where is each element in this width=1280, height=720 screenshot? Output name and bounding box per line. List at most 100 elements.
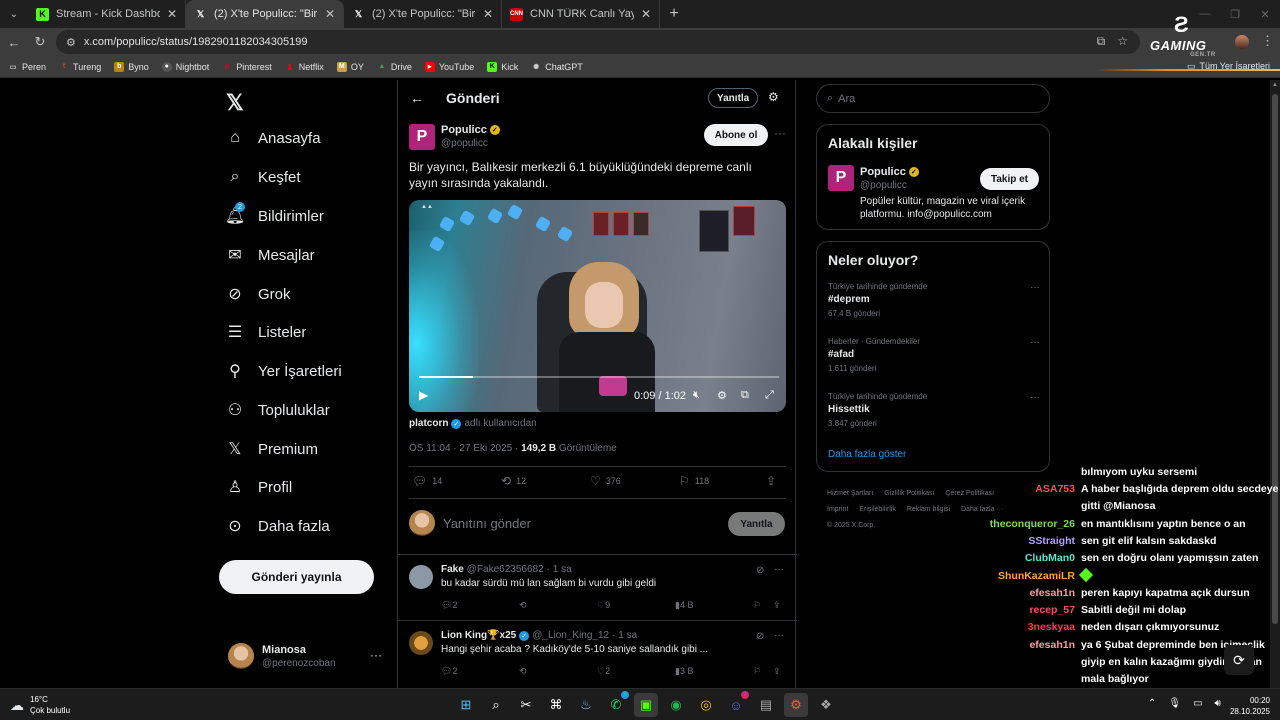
attribution-user[interactable]: platcorn: [409, 418, 448, 429]
close-icon[interactable]: ✕: [167, 7, 177, 21]
chat-username[interactable]: theconqueror_26: [990, 518, 1075, 530]
settings-icon[interactable]: ⚙: [717, 389, 727, 402]
refresh-icon[interactable]: ⟳: [1224, 645, 1254, 675]
reply-item[interactable]: Fake @Fake62356682 · 1 sa ⊘ ··· bu kadar s…: [398, 554, 797, 620]
new-tab-button[interactable]: +: [660, 5, 688, 23]
scroll-up-icon[interactable]: ▲: [1272, 82, 1278, 88]
cast-icon[interactable]: ⧉: [1097, 34, 1106, 49]
account-switcher[interactable]: Mianosa @perenozcoban: [228, 643, 336, 669]
nav-notifications[interactable]: 🔔︎ 2 Bildirimler: [225, 201, 324, 231]
back-icon[interactable]: ←: [2, 30, 26, 54]
app-icon[interactable]: ❖: [814, 693, 838, 717]
nav-profile[interactable]: ♙ Profil: [226, 472, 292, 502]
footer-link[interactable]: Reklam bilgisi: [907, 506, 950, 513]
discord-icon[interactable]: ☺ 9: [724, 691, 749, 717]
video-player[interactable]: ▲▲ ▶ 0:09 / 1:02 🔇︎ ⚙ ⧉ ⤢: [409, 200, 786, 412]
trend-item[interactable]: Haberler · Gündemdekiler #afad 1.611 gön…: [828, 337, 1040, 373]
monitor-icon[interactable]: ▭: [1193, 698, 1202, 709]
nav-more[interactable]: ⊙ Daha fazla: [226, 511, 329, 541]
nav-bookmarks[interactable]: ⚲ Yer İşaretleri: [226, 356, 342, 386]
microphone-icon[interactable]: 🎙︎: [1168, 698, 1181, 709]
views-icon[interactable]: ▮ 3 B: [675, 666, 693, 677]
share-action[interactable]: ⇪: [766, 474, 776, 488]
back-arrow-icon[interactable]: ←: [410, 90, 424, 106]
account-more-icon[interactable]: ···: [370, 648, 382, 662]
close-icon[interactable]: ✕: [483, 7, 493, 21]
bookmark-action[interactable]: ⚐ 118: [679, 474, 709, 488]
pip-icon[interactable]: ⧉: [741, 389, 749, 402]
kick-app-icon[interactable]: ▣: [634, 693, 658, 717]
reply-submit-button[interactable]: Yanıtla: [728, 512, 785, 536]
bookmark-pinterest[interactable]: p Pinterest: [222, 62, 272, 72]
reply-item[interactable]: Lion King🏆x25 ✓ @_Lion_King_12 · 1 sa ⊘ ···…: [398, 620, 797, 686]
capcut-icon[interactable]: ⌘: [544, 693, 568, 717]
reply-icon[interactable]: 💬︎ 2: [441, 666, 457, 677]
bookmark-chatgpt[interactable]: ✺ ChatGPT: [531, 62, 582, 72]
sliders-icon[interactable]: ⚙: [768, 90, 779, 104]
bookmark-netflix[interactable]: ▮ Netflix: [285, 62, 324, 72]
fullscreen-icon[interactable]: ⤢: [765, 389, 774, 402]
nav-lists[interactable]: ☰ Listeler: [226, 317, 307, 347]
nav-communities[interactable]: ⚇ Topluluklar: [226, 395, 330, 425]
footer-link[interactable]: Erişilebilirlik: [859, 506, 896, 513]
repost-icon[interactable]: ⟲: [519, 600, 527, 611]
volume-icon[interactable]: 🔊︎: [1215, 698, 1221, 709]
weather-widget[interactable]: ☁ 16°C Çok bulutlu: [10, 694, 70, 716]
bookmark-icon[interactable]: ⚐: [753, 666, 761, 677]
tab-search-icon[interactable]: ⌄: [0, 0, 28, 28]
bookmark-drive[interactable]: ▲ Drive: [377, 62, 411, 72]
x-logo-icon[interactable]: 𝕏: [226, 90, 244, 116]
heart-icon[interactable]: ♡ 9: [597, 600, 610, 611]
post-more-icon[interactable]: ···: [774, 126, 786, 140]
trend-more-icon[interactable]: ···: [1030, 282, 1040, 293]
trend-item[interactable]: Türkiye tarihinde gündemde #deprem 67,4 …: [828, 282, 1040, 318]
reply-input[interactable]: Yanıtını gönder: [443, 516, 531, 531]
browser-menu-icon[interactable]: ⋮: [1261, 33, 1274, 49]
footer-link[interactable]: Gizlilik Politikası: [884, 490, 934, 497]
clock[interactable]: 00:20 28.10.2025: [1228, 695, 1270, 717]
grok-icon[interactable]: ⊘: [756, 565, 764, 576]
reply-action[interactable]: 💬︎ 14: [412, 474, 442, 488]
trend-more-icon[interactable]: ···: [1030, 392, 1040, 403]
populicc-avatar[interactable]: P: [828, 165, 854, 191]
chat-username[interactable]: efesah1n: [1029, 587, 1075, 599]
chat-username[interactable]: ASA753: [1035, 483, 1075, 495]
search-input[interactable]: ⌕ Ara: [816, 84, 1050, 113]
footer-link[interactable]: İmprint: [827, 506, 848, 513]
video-progress-bar[interactable]: [419, 376, 779, 378]
spotify-icon[interactable]: ◉: [664, 693, 688, 717]
repost-icon[interactable]: ⟲: [519, 666, 527, 677]
bookmark-youtube[interactable]: ▶ YouTube: [424, 61, 474, 72]
repost-action[interactable]: ⟲ 12: [501, 474, 526, 488]
tab-kick-dashboard[interactable]: K Stream - Kick Dashboard ✕: [28, 0, 186, 28]
bookmark-tureng[interactable]: t Tureng: [59, 62, 101, 72]
like-action[interactable]: ♡ 376: [590, 474, 621, 488]
chat-username[interactable]: recep_57: [1029, 604, 1075, 616]
reply-more-icon[interactable]: ···: [774, 630, 784, 641]
bookmark-kick[interactable]: K Kick: [487, 61, 518, 72]
post-timestamp[interactable]: ÖS 11:04 · 27 Eki 2025 ·: [409, 443, 521, 454]
chat-username[interactable]: ShunKazamiLR: [998, 570, 1075, 582]
trend-item[interactable]: Türkiye tarihinde gündemde Hissettik 3.8…: [828, 392, 1040, 428]
chrome-icon[interactable]: ◎: [694, 693, 718, 717]
header-reply-button[interactable]: Yanıtla: [708, 88, 759, 108]
nav-messages[interactable]: ✉ Mesajlar: [226, 240, 314, 270]
author-name[interactable]: Populicc ✓: [441, 124, 500, 136]
trend-more-icon[interactable]: ···: [1030, 337, 1040, 348]
nav-premium[interactable]: 𝕏 Premium: [226, 434, 318, 464]
footer-link[interactable]: Hizmet Şartları: [827, 490, 873, 497]
search-icon[interactable]: ⌕: [484, 693, 508, 717]
star-icon[interactable]: ☆: [1117, 34, 1128, 49]
nav-explore[interactable]: ⌕ Keşfet: [226, 162, 301, 192]
whatsapp-icon[interactable]: ✆ 6: [604, 691, 629, 717]
nav-home[interactable]: ⌂ Anasayfa: [226, 123, 320, 153]
explorer-icon[interactable]: ▤: [754, 693, 778, 717]
show-more-link[interactable]: Daha fazla göster: [828, 449, 906, 460]
post-button[interactable]: Gönderi yayınla: [219, 560, 374, 594]
steam-icon[interactable]: ♨: [574, 693, 598, 717]
bookmark-icon[interactable]: ⚐: [753, 600, 761, 611]
chat-username[interactable]: ClubMan0: [1025, 552, 1075, 564]
snipping-tool-icon[interactable]: ✂: [514, 693, 538, 717]
populicc-avatar[interactable]: P: [409, 124, 435, 150]
site-info-icon[interactable]: ⚙: [66, 36, 76, 49]
